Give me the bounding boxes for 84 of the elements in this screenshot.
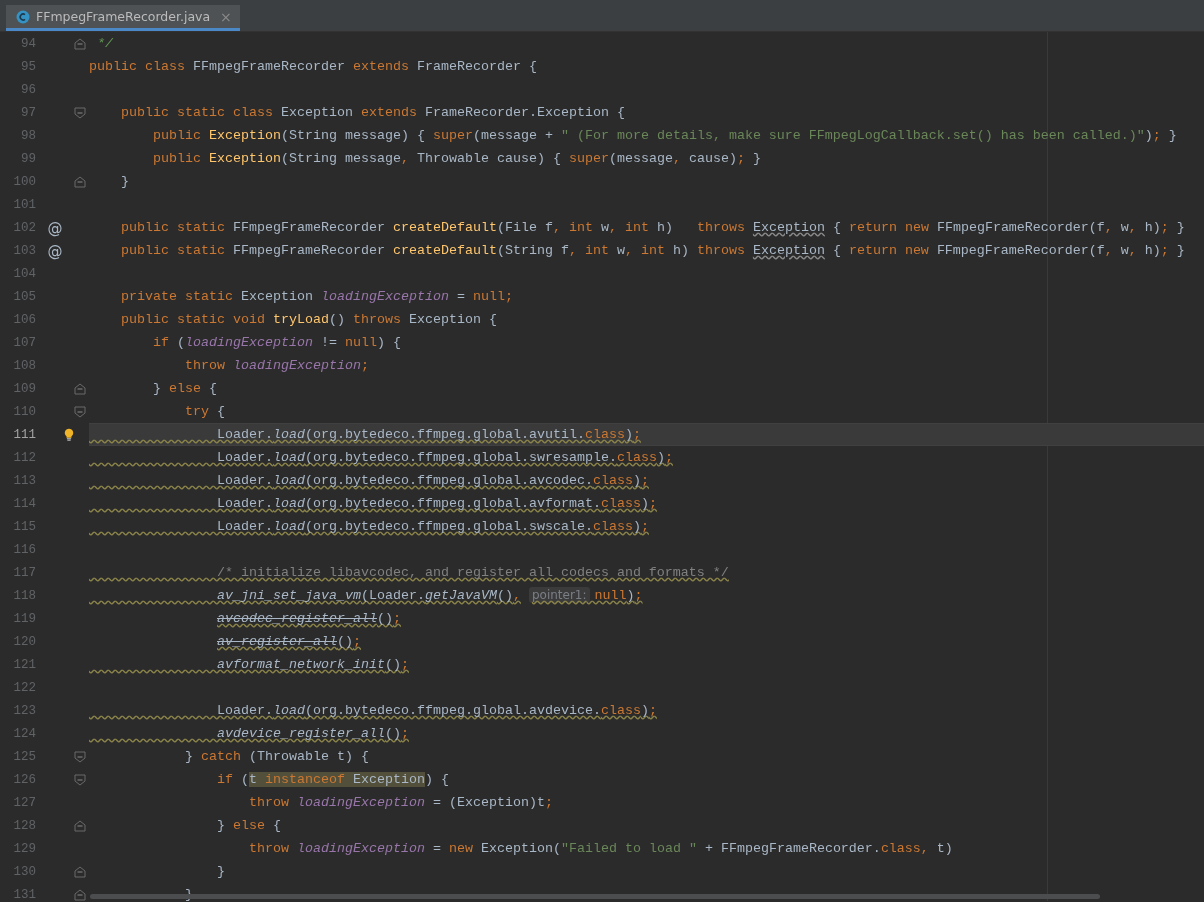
code-line: Loader.load(org.bytedeco.ffmpeg.global.avdevice.class); xyxy=(215,702,658,720)
fold-icon[interactable] xyxy=(74,865,86,878)
line-number: 100 xyxy=(12,174,36,189)
line-number: 98 xyxy=(20,128,36,143)
code-line: try { xyxy=(183,403,226,421)
line-number: 126 xyxy=(12,772,36,787)
line-number: 130 xyxy=(12,864,36,879)
line-number: 105 xyxy=(12,289,36,304)
code-line: Loader.load(org.bytedeco.ffmpeg.global.avformat.class); xyxy=(215,495,658,513)
line-number: 127 xyxy=(12,795,36,810)
fold-icon[interactable] xyxy=(74,819,86,832)
code-line: av_jni_set_java_vm(Loader.getJavaVM(), pointer1: null); xyxy=(215,586,644,605)
line-number: 97 xyxy=(20,105,36,120)
code-line: av_register_all(); xyxy=(216,633,362,651)
code-line: throw loadingException = new Exception("Failed to load " + FFmpegFrameRecorder.class, t) xyxy=(247,840,954,858)
fold-icon[interactable] xyxy=(74,773,86,786)
fold-icon[interactable] xyxy=(74,405,86,418)
gutter-marker[interactable]: @ xyxy=(47,241,63,260)
code-line: } catch (Throwable t) { xyxy=(183,748,370,766)
fold-icon[interactable] xyxy=(74,37,86,50)
line-number: 104 xyxy=(12,266,36,281)
line-number: 113 xyxy=(12,473,36,488)
line-number: 102 xyxy=(12,220,36,235)
code-line: throw loadingException = (Exception)t; xyxy=(247,794,554,812)
line-number: 110 xyxy=(12,404,36,419)
code-line: } else { xyxy=(215,817,282,835)
code-line: } xyxy=(120,173,130,191)
code-line: public class FFmpegFrameRecorder extends FrameRecorder { xyxy=(89,58,538,76)
line-number: 128 xyxy=(12,818,36,833)
code-line: Loader.load(org.bytedeco.ffmpeg.global.swresample.class); xyxy=(215,449,674,467)
line-number: 108 xyxy=(12,358,36,373)
line-number: 99 xyxy=(20,151,36,166)
line-number: 95 xyxy=(20,59,36,74)
code-line: if (t instanceof Exception) { xyxy=(215,771,450,789)
line-number: 101 xyxy=(12,197,36,212)
lightbulb-icon[interactable] xyxy=(64,427,74,442)
code-line: Loader.load(org.bytedeco.ffmpeg.global.swscale.class); xyxy=(215,518,650,536)
gutter-marker[interactable]: @ xyxy=(47,218,63,237)
line-number: 122 xyxy=(12,680,36,695)
line-number: 131 xyxy=(12,887,36,901)
line-number: 115 xyxy=(12,519,36,534)
code-line: } else { xyxy=(152,380,218,398)
line-number: 107 xyxy=(12,335,36,350)
line-number: 123 xyxy=(12,703,36,718)
line-number: 94 xyxy=(20,36,36,51)
fold-icon[interactable] xyxy=(74,175,86,188)
code-line: */ xyxy=(96,35,114,53)
editor-tab[interactable]: FFmpegFrameRecorder.java × xyxy=(6,5,240,31)
line-number: 125 xyxy=(12,749,36,764)
code-line: public Exception(String message) { super(message + " (For more details, make sure FFmpegLogCallback.set() has been called.)"); } xyxy=(152,127,1178,145)
fold-icon[interactable] xyxy=(74,750,86,763)
line-number: 112 xyxy=(12,450,36,465)
code-line: avcodec_register_all(); xyxy=(216,610,402,628)
line-number: 116 xyxy=(12,542,36,557)
code-line: } xyxy=(215,863,226,881)
code-line: avformat_network_init(); xyxy=(215,656,410,674)
fold-icon[interactable] xyxy=(74,888,86,901)
code-line: private static Exception loadingException = null; xyxy=(120,288,514,306)
code-line: avdevice_register_all(); xyxy=(215,725,410,743)
fold-icon[interactable] xyxy=(74,382,86,395)
line-number: 114 xyxy=(12,496,36,511)
code-line: public static FFmpegFrameRecorder createDefault(File f, int w, int h) throws Exception { return new FFmpegFrameRecorder(f, w, h); } xyxy=(120,219,1186,237)
code-line: public static class Exception extends FrameRecorder.Exception { xyxy=(120,104,626,122)
code-line: /* initialize libavcodec, and register all codecs and formats */ xyxy=(215,564,730,582)
fold-icon[interactable] xyxy=(74,106,86,119)
line-number: 119 xyxy=(12,611,36,626)
code-line: if (loadingException != null) { xyxy=(152,334,402,352)
line-number: 121 xyxy=(12,657,36,672)
line-number: 103 xyxy=(12,243,36,258)
line-number: 96 xyxy=(20,82,36,97)
line-number: 117 xyxy=(12,565,36,580)
line-number: 129 xyxy=(12,841,36,856)
line-number: 124 xyxy=(12,726,36,741)
line-number: 120 xyxy=(12,634,36,649)
code-line: public Exception(String message, Throwable cause) { super(message, cause); } xyxy=(152,150,762,168)
line-number: 111 xyxy=(12,427,36,442)
line-number: 118 xyxy=(12,588,36,603)
line-number: 109 xyxy=(12,381,36,396)
code-line: Loader.load(org.bytedeco.ffmpeg.global.avcodec.class); xyxy=(215,472,650,490)
code-line: throw loadingException; xyxy=(183,357,370,375)
line-number: 106 xyxy=(12,312,36,327)
code-line: public static FFmpegFrameRecorder createDefault(String f, int w, int h) throws Exception { return new FFmpegFrameRecorder(f, w, h); } xyxy=(120,242,1186,260)
code-line: public static void tryLoad() throws Exception { xyxy=(120,311,498,329)
class-icon xyxy=(16,9,30,24)
